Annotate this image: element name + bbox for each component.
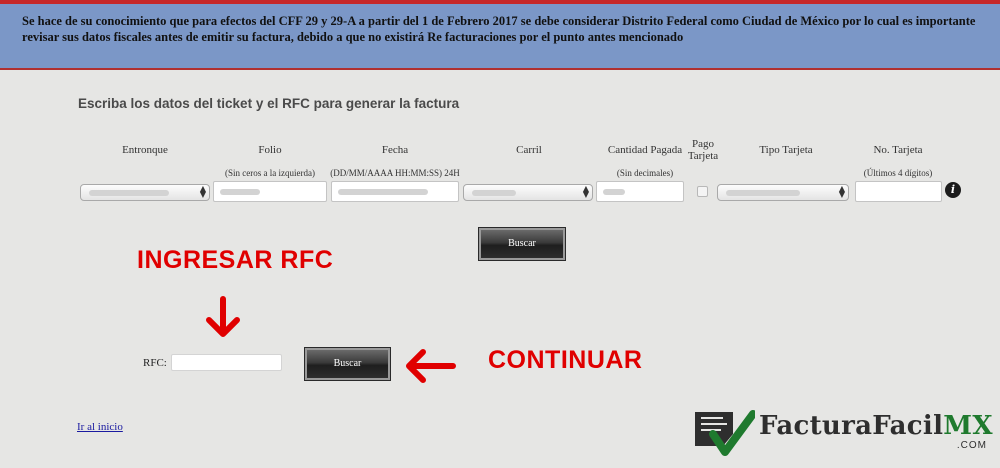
pago-tarjeta-checkbox[interactable] (697, 186, 708, 197)
fecha-input[interactable] (331, 181, 459, 202)
logo-text: FacturaFacilMX (759, 411, 993, 441)
tipo-tarjeta-select[interactable]: ▲ ▼ (717, 184, 849, 201)
select-arrows-icon: ▲ ▼ (582, 184, 589, 199)
label-pago-tarjeta: Pago Tarjeta (681, 138, 725, 162)
label-pago-line1: Pago (692, 138, 714, 150)
rfc-input[interactable] (171, 354, 282, 371)
logo-mark-icon (695, 410, 755, 456)
entronque-select[interactable]: ▲ ▼ (80, 184, 210, 201)
cantidad-input[interactable] (596, 181, 684, 202)
hint-fecha: (DD/MM/AAAA HH:MM:SS) 24H (330, 168, 460, 178)
no-tarjeta-input[interactable] (855, 181, 942, 202)
carril-select[interactable]: ▲ ▼ (463, 184, 593, 201)
home-link[interactable]: Ir al inicio (77, 421, 123, 433)
label-cantidad: Cantidad Pagada (607, 144, 683, 156)
logo-domain: .COM (956, 440, 987, 451)
continuar-annotation: CONTINUAR (488, 346, 643, 374)
rfc-label: RFC: (143, 357, 167, 369)
logo-name-main: FacturaFacil (759, 411, 944, 441)
notice-banner: Se hace de su conocimiento que para efec… (0, 4, 1000, 68)
ingresar-rfc-annotation: INGRESAR RFC (137, 246, 334, 274)
label-tipo-tarjeta: Tipo Tarjeta (759, 144, 813, 156)
label-pago-line2: Tarjeta (687, 150, 719, 162)
search-ticket-button[interactable]: Buscar (478, 227, 566, 261)
label-entronque: Entronque (122, 144, 168, 156)
facturafacilmx-logo: FacturaFacilMX .COM (693, 404, 993, 460)
notice-text: Se hace de su conocimiento que para efec… (22, 14, 976, 44)
hint-cantidad: (Sin decimales) (616, 168, 674, 178)
form-heading: Escriba los datos del ticket y el RFC pa… (78, 96, 460, 111)
arrow-left-icon (406, 349, 456, 383)
rfc-search-button[interactable]: Buscar (304, 347, 391, 381)
label-fecha: Fecha (381, 144, 409, 156)
hint-folio: (Sin ceros a la izquierda) (225, 168, 315, 178)
folio-input[interactable] (213, 181, 327, 202)
notice-divider (0, 68, 1000, 70)
label-carril: Carril (516, 144, 542, 156)
logo-name-mx: MX (943, 411, 993, 441)
select-arrows-icon: ▲ ▼ (838, 184, 845, 199)
hint-no-tarjeta: (Últimos 4 dígitos) (863, 168, 933, 178)
select-arrows-icon: ▲ ▼ (199, 184, 206, 199)
info-icon[interactable]: i (945, 182, 961, 198)
label-no-tarjeta: No. Tarjeta (873, 144, 923, 156)
arrow-down-icon (206, 296, 240, 337)
label-folio: Folio (258, 144, 282, 156)
